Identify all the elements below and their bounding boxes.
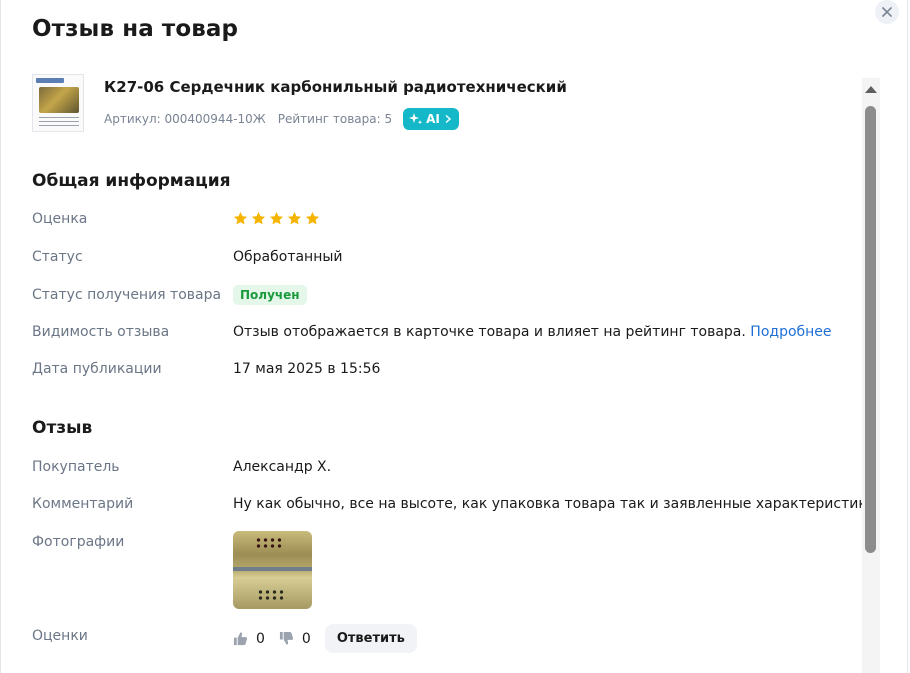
comment-label: Комментарий — [32, 496, 134, 512]
star-icon — [269, 211, 284, 225]
review-photo[interactable] — [233, 531, 312, 609]
receipt-row: Статус получения товара Получен — [32, 285, 307, 305]
scrollbar-thumb[interactable] — [865, 106, 876, 553]
scroll-up-arrow[interactable] — [865, 86, 877, 93]
thumbs-down-icon[interactable] — [279, 631, 294, 646]
votes-label: Оценки — [32, 628, 88, 644]
section-review-title: Отзыв — [32, 418, 93, 438]
visibility-value: Отзыв отображается в карточке товара и в… — [233, 324, 746, 340]
date-value: 17 мая 2025 в 15:56 — [233, 361, 381, 377]
star-icon — [233, 211, 248, 225]
buyer-label: Покупатель — [32, 459, 120, 475]
rating-row: Оценка — [32, 211, 320, 227]
comment-value: Ну как обычно, все на высоте, как упаков… — [233, 496, 881, 512]
product-rating: Рейтинг товара: 5 — [277, 112, 393, 126]
product-name[interactable]: К27-06 Сердечник карбонильный радиотехни… — [104, 78, 567, 96]
star-icon — [251, 211, 266, 225]
product-thumbnail[interactable] — [32, 74, 84, 132]
date-label: Дата публикации — [32, 361, 162, 377]
section-general-title: Общая информация — [32, 171, 231, 191]
likes-count: 0 — [256, 630, 265, 647]
rating-label: Оценка — [32, 211, 88, 227]
thumbs-up-icon[interactable] — [233, 631, 248, 646]
review-modal: Отзыв на товар К27-06 Сердечник карбонил… — [0, 0, 908, 673]
close-icon — [882, 7, 892, 17]
more-link[interactable]: Подробнее — [750, 324, 831, 340]
status-badge: Получен — [233, 285, 307, 305]
star-icon — [305, 211, 320, 225]
reply-button[interactable]: Ответить — [324, 624, 417, 653]
votes-row: Оценки 0 0 Ответить — [32, 624, 417, 653]
product-article: Артикул: 000400944-10Ж — [104, 112, 266, 126]
photos-row: Фотографии — [32, 531, 312, 609]
status-row: Статус Обработанный — [32, 249, 343, 265]
chevron-right-icon — [445, 114, 451, 124]
receipt-label: Статус получения товара — [32, 287, 222, 303]
comment-row: Комментарий Ну как обычно, все на высоте… — [32, 496, 880, 512]
star-icon — [287, 211, 302, 225]
visibility-row: Видимость отзыва Отзыв отображается в ка… — [32, 324, 832, 340]
sparkle-icon — [409, 113, 423, 125]
rating-stars — [233, 211, 320, 227]
close-button[interactable] — [875, 0, 899, 24]
product-card: К27-06 Сердечник карбонильный радиотехни… — [32, 74, 567, 132]
status-value: Обработанный — [233, 249, 343, 265]
status-label: Статус — [32, 249, 83, 265]
date-row: Дата публикации 17 мая 2025 в 15:56 — [32, 361, 380, 377]
ai-button[interactable]: AI — [403, 108, 459, 130]
buyer-row: Покупатель Александр Х. — [32, 459, 331, 475]
buyer-value: Александр Х. — [233, 459, 332, 475]
photos-label: Фотографии — [32, 534, 125, 550]
ai-label: AI — [426, 112, 440, 126]
dislikes-count: 0 — [301, 630, 311, 647]
page-title: Отзыв на товар — [32, 16, 239, 42]
visibility-label: Видимость отзыва — [32, 324, 170, 340]
